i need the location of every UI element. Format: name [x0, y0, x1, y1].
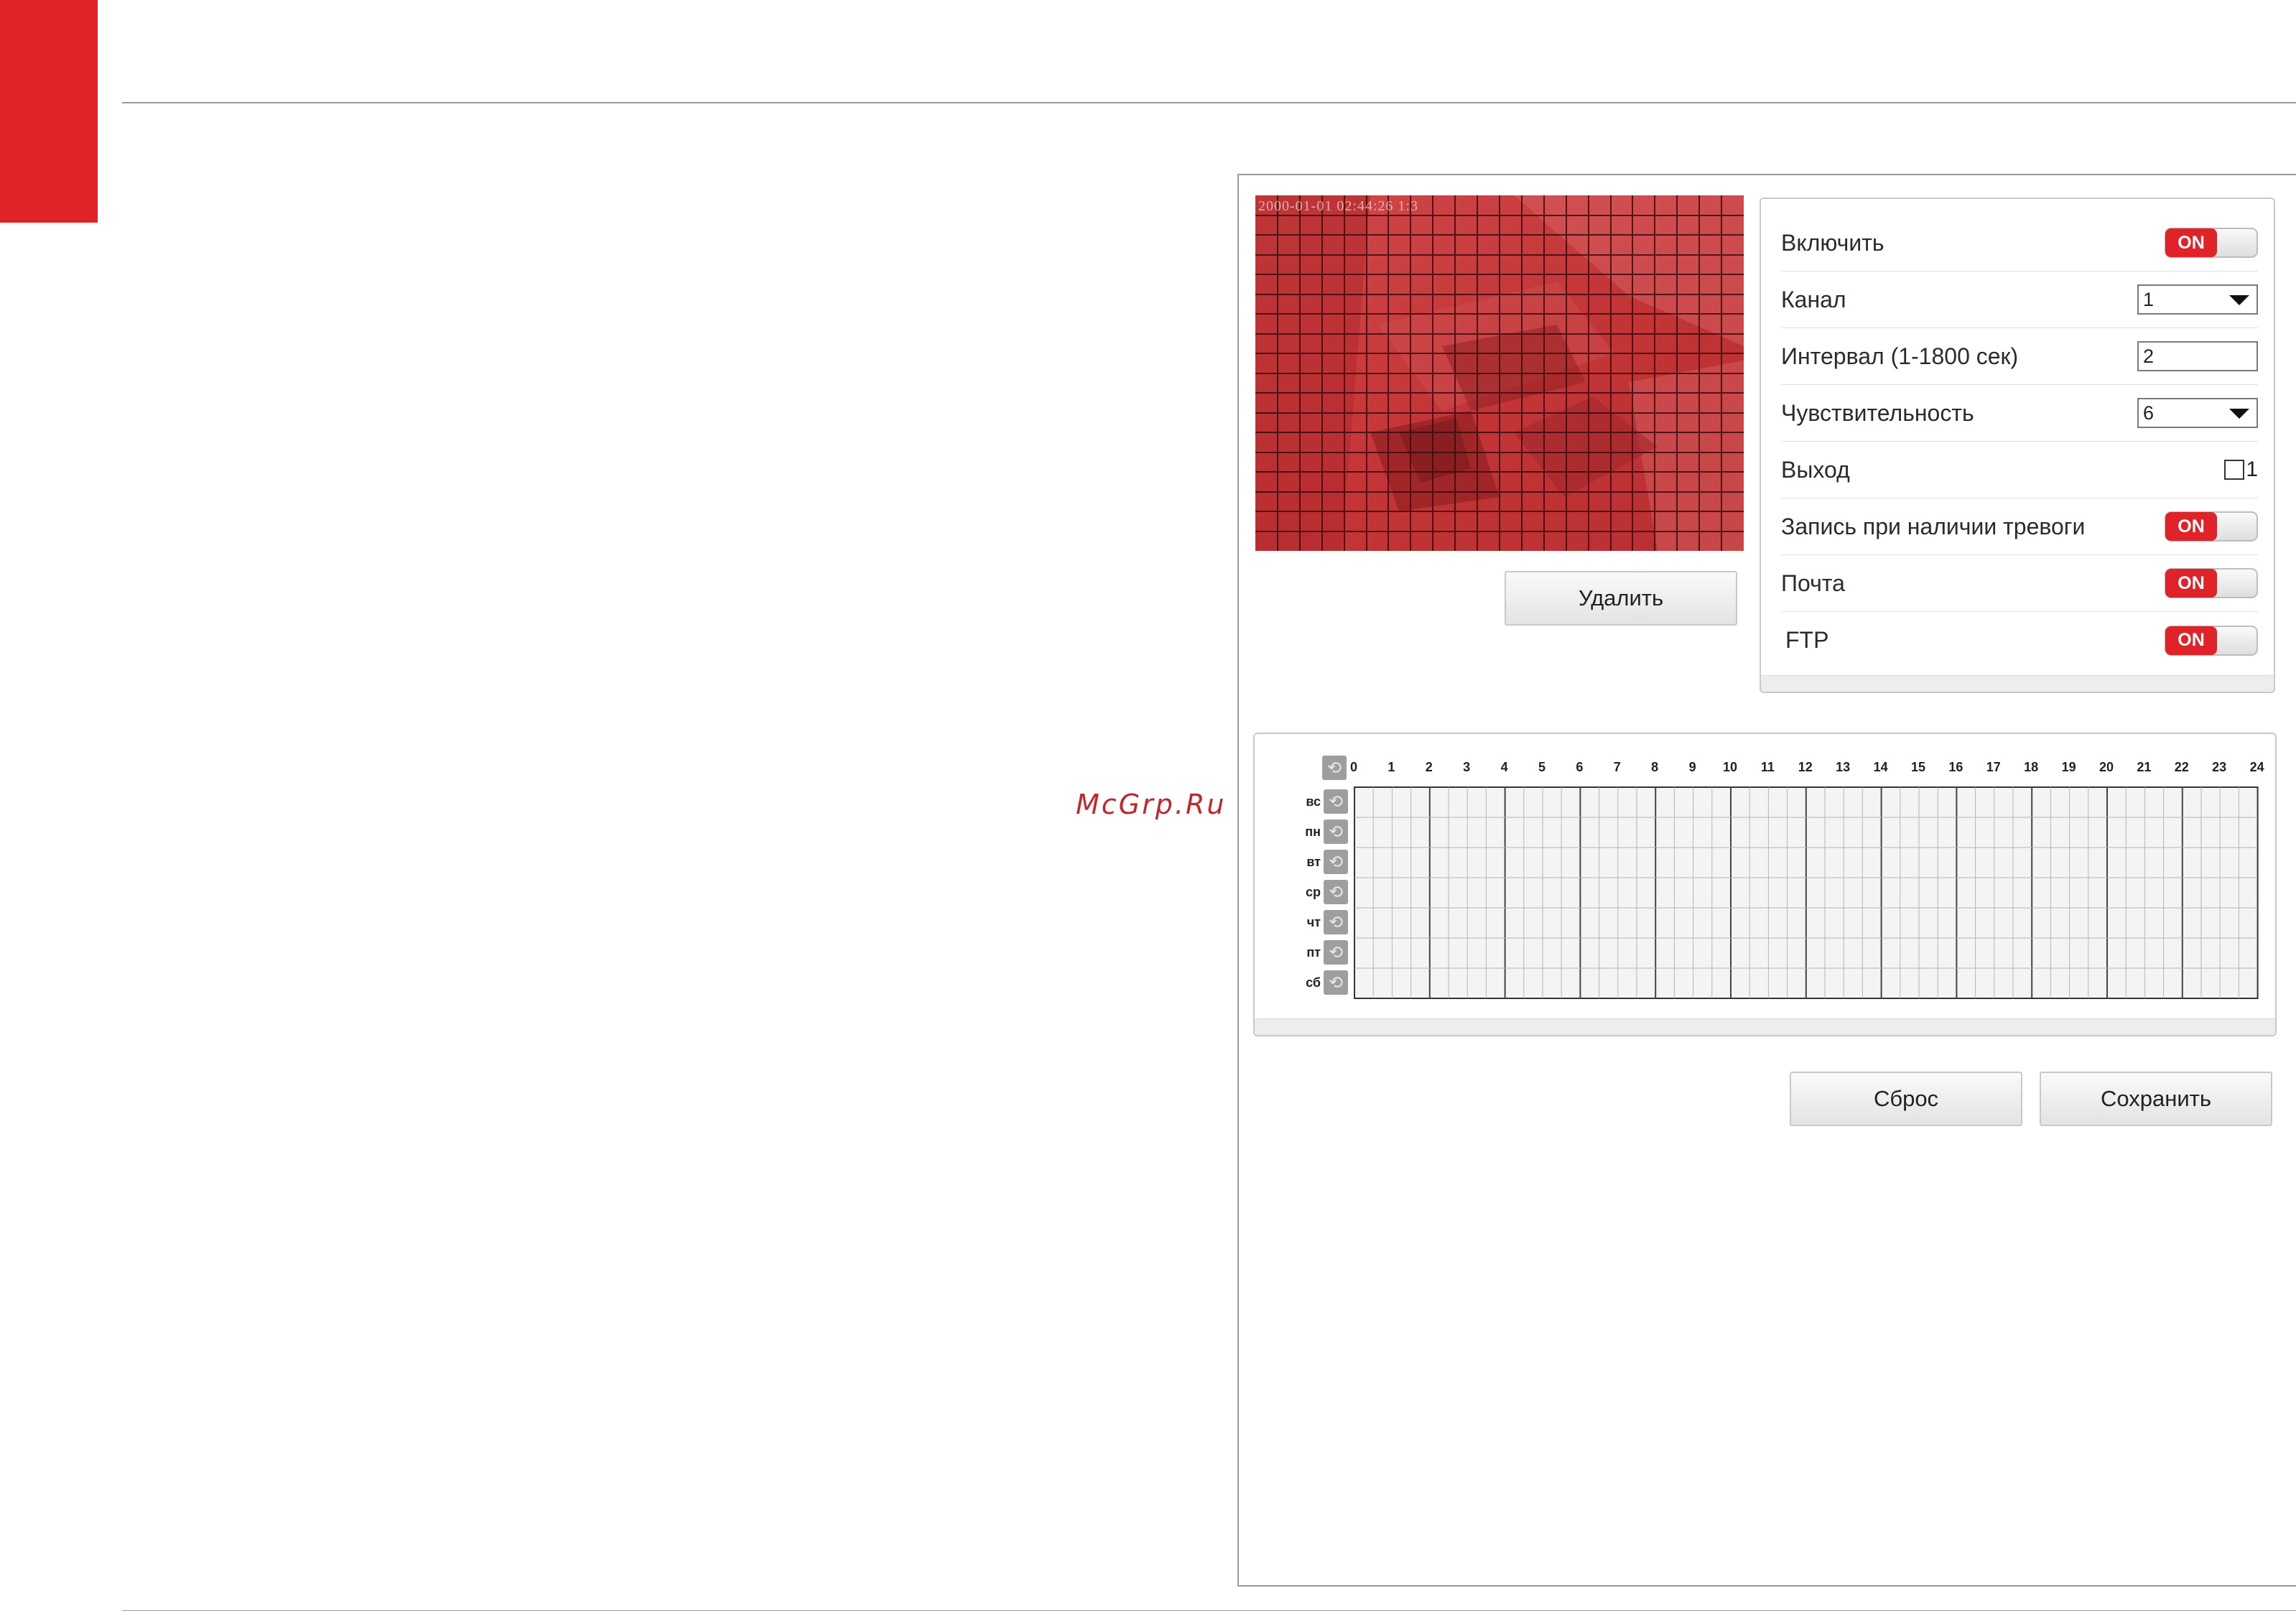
reset-button[interactable]: Сброс [1790, 1072, 2022, 1126]
hour-label: 14 [1873, 760, 1888, 774]
interval-input[interactable]: 2 [2137, 341, 2258, 371]
day-label: вс [1306, 794, 1321, 809]
sensitivity-label: Чувствительность [1781, 399, 1974, 426]
interval-row: Интервал (1-1800 сек) 2 [1781, 328, 2258, 385]
schedule-panel: ⟲ 0 1 2 3 4 5 6 7 8 9 10 11 12 13 14 15 16 17 18 19 20 21 22 23 2… [1253, 733, 2277, 1036]
select-day-icon[interactable]: ⟲ [1324, 940, 1348, 965]
settings-panel-footer [1761, 675, 2274, 692]
select-day-icon[interactable]: ⟲ [1324, 850, 1348, 874]
sensitivity-select[interactable]: 6 [2137, 398, 2258, 428]
settings-panel: Включить ON Канал 1 Интервал (1-1800 сек… [1760, 198, 2275, 693]
mail-toggle-state: ON [2165, 569, 2217, 598]
hour-label: 0 [1349, 760, 1357, 774]
hour-label: 22 [2174, 760, 2189, 774]
select-day-icon[interactable]: ⟲ [1324, 789, 1348, 814]
hour-label: 12 [1798, 760, 1813, 774]
hour-label: 21 [2137, 760, 2152, 774]
output-row: Выход 1 [1781, 442, 2258, 498]
hour-label: 6 [1576, 760, 1584, 774]
enable-row: Включить ON [1781, 215, 2258, 271]
hour-label: 3 [1463, 760, 1471, 774]
enable-toggle-state: ON [2165, 228, 2217, 257]
day-label: пн [1305, 825, 1321, 839]
ftp-label: FTP [1785, 627, 1829, 653]
select-day-icon[interactable]: ⟲ [1324, 880, 1348, 904]
brand-tab [0, 0, 98, 223]
mail-row: Почта ON [1781, 555, 2258, 612]
alarm-record-toggle[interactable]: ON [2165, 511, 2258, 542]
enable-toggle[interactable]: ON [2165, 228, 2258, 258]
ftp-toggle-state: ON [2165, 626, 2217, 655]
hour-label: 16 [1948, 760, 1963, 774]
camera-preview[interactable]: 2000-01-01 02:44:26 1:3 [1255, 195, 1744, 551]
channel-label: Канал [1781, 286, 1846, 312]
hour-label: 24 [2249, 760, 2264, 774]
hour-label: 11 [1760, 760, 1775, 774]
channel-select[interactable]: 1 [2137, 284, 2258, 315]
hour-label: 7 [1613, 760, 1621, 774]
day-label: ср [1305, 885, 1321, 899]
alarm-record-row: Запись при наличии тревоги ON [1781, 498, 2258, 555]
hour-label: 15 [1910, 760, 1926, 774]
hour-label: 20 [2099, 760, 2114, 774]
hour-label: 5 [1538, 760, 1546, 774]
sensitivity-value: 6 [2143, 402, 2155, 424]
hour-label: 17 [1986, 760, 2001, 774]
header-divider [122, 102, 2296, 103]
hour-label: 1 [1388, 760, 1395, 774]
ftp-row: FTP ON [1781, 612, 2258, 669]
preview-image [1255, 195, 1744, 551]
select-day-icon[interactable]: ⟲ [1324, 820, 1348, 844]
delete-button[interactable]: Удалить [1505, 571, 1737, 626]
preview-timestamp: 2000-01-01 02:44:26 1:3 [1258, 198, 1418, 214]
output-checkbox-label: 1 [2246, 458, 2258, 481]
channel-row: Канал 1 [1781, 271, 2258, 328]
hour-label: 10 [1722, 760, 1738, 774]
hour-label: 4 [1500, 760, 1508, 774]
watermark: McGrp.Ru [1076, 789, 1227, 820]
day-label: сб [1306, 975, 1321, 990]
ftp-toggle[interactable]: ON [2165, 625, 2258, 656]
select-day-icon[interactable]: ⟲ [1324, 910, 1348, 934]
channel-value: 1 [2143, 289, 2155, 310]
day-label: пт [1306, 945, 1321, 960]
hour-label: 19 [2061, 760, 2076, 774]
day-label: вт [1306, 855, 1321, 869]
alarm-record-label: Запись при наличии тревоги [1781, 513, 2086, 539]
day-label: чт [1306, 915, 1321, 929]
select-day-icon[interactable]: ⟲ [1324, 970, 1348, 995]
schedule-grid[interactable] [1354, 786, 2260, 1001]
hour-label: 23 [2212, 760, 2227, 774]
dropdown-arrow-icon [2229, 295, 2249, 305]
mail-label: Почта [1781, 570, 1845, 596]
hour-label: 13 [1836, 760, 1851, 774]
sensitivity-row: Чувствительность 6 [1781, 385, 2258, 442]
interval-label: Интервал (1-1800 сек) [1781, 343, 2019, 369]
save-button[interactable]: Сохранить [2040, 1072, 2272, 1126]
dropdown-arrow-icon [2229, 409, 2249, 419]
alarm-record-toggle-state: ON [2165, 512, 2217, 541]
output-label: Выход [1781, 456, 1850, 483]
hour-label: 18 [2024, 760, 2039, 774]
mail-toggle[interactable]: ON [2165, 568, 2258, 598]
output-checkbox-group: 1 [2224, 458, 2258, 482]
hour-label: 2 [1425, 760, 1433, 774]
schedule-panel-footer [1255, 1018, 2275, 1035]
output-checkbox[interactable] [2224, 460, 2245, 480]
hour-label: 8 [1651, 760, 1659, 774]
enable-label: Включить [1781, 229, 1884, 256]
hour-label: 9 [1688, 760, 1696, 774]
